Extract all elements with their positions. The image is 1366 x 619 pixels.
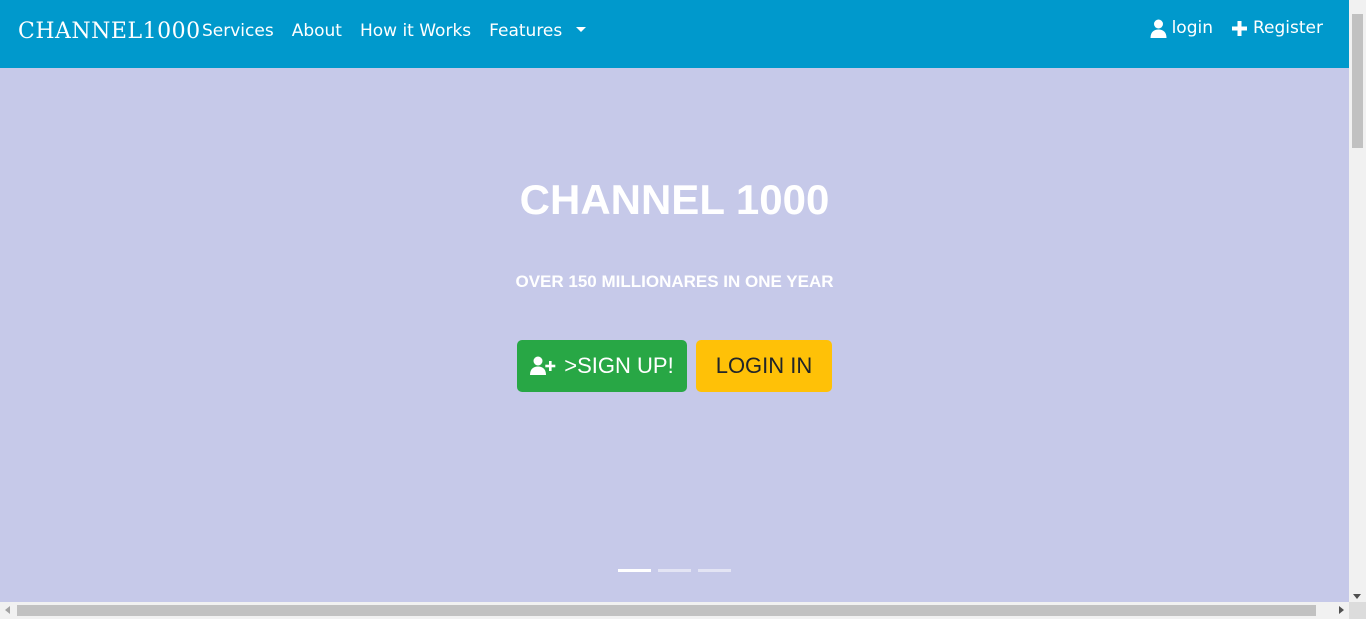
register-link-label: Register [1253,18,1323,38]
scrollbar-corner [1349,602,1366,619]
login-in-button[interactable]: LOGIN IN [696,340,832,392]
nav-link-services[interactable]: Services [202,21,274,41]
scroll-down-arrow-icon[interactable] [1353,594,1361,599]
carousel-indicator-3[interactable] [698,569,731,572]
vertical-scrollbar-thumb[interactable] [1352,14,1363,148]
nav-links: Services About How it Works Features [202,21,604,41]
nav-dropdown-features[interactable]: Features [489,21,586,41]
caret-down-icon [575,26,586,32]
hero-carousel: CHANNEL 1000 OVER 150 MILLIONARES IN ONE… [0,68,1349,602]
carousel-indicators [618,569,731,572]
carousel-indicator-2[interactable] [658,569,691,572]
horizontal-scrollbar-thumb[interactable] [17,605,1316,616]
navbar: CHANNEL1000 Services About How it Works … [0,0,1349,68]
hero-title: CHANNEL 1000 [519,176,830,223]
login-link-label: login [1171,18,1213,38]
signup-button-label: >SIGN UP! [564,353,674,378]
vertical-scrollbar[interactable] [1349,0,1366,602]
page-viewport: CHANNEL1000 Services About How it Works … [0,0,1349,602]
login-in-button-label: LOGIN IN [715,353,813,378]
register-link[interactable]: Register [1231,18,1323,38]
user-plus-icon [530,356,556,375]
hero-subtitle: OVER 150 MILLIONARES IN ONE YEAR [515,272,834,291]
scroll-left-arrow-icon[interactable] [5,606,10,614]
nav-link-how-it-works[interactable]: How it Works [360,21,471,41]
carousel-indicator-1[interactable] [618,569,651,572]
scroll-right-arrow-icon[interactable] [1339,606,1344,614]
plus-icon [1232,20,1247,36]
nav-right: login Register [1132,18,1323,38]
user-icon [1150,19,1167,38]
signup-button[interactable]: >SIGN UP! [517,340,687,392]
brand-logo[interactable]: CHANNEL1000 [18,19,201,44]
login-link[interactable]: login [1150,18,1213,38]
nav-dropdown-features-label: Features [489,21,563,41]
horizontal-scrollbar[interactable] [0,602,1349,619]
nav-link-about[interactable]: About [292,21,342,41]
